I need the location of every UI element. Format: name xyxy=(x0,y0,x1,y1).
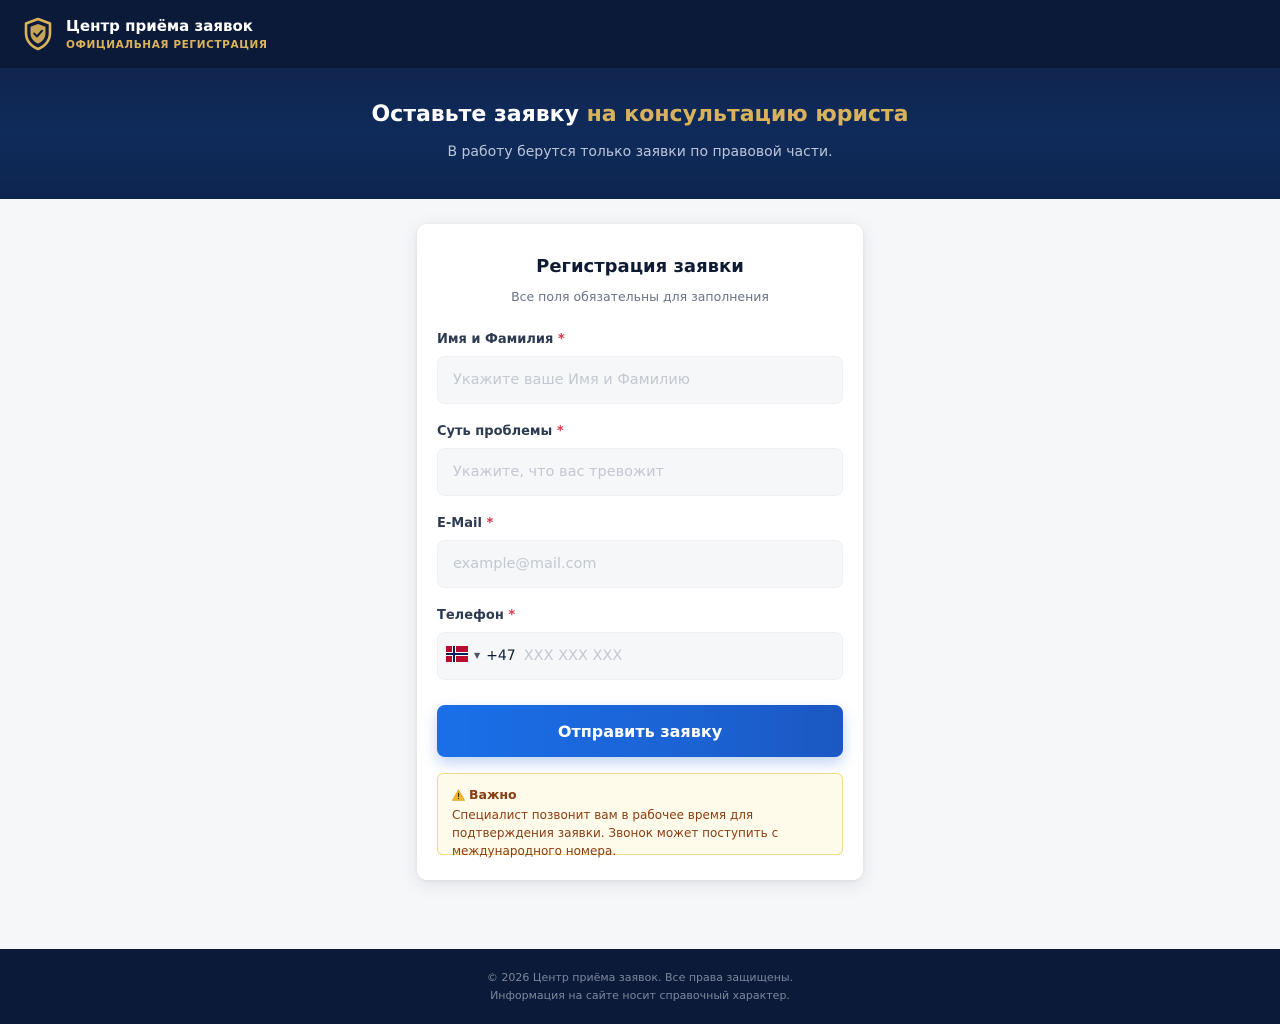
problem-label-text: Суть проблемы xyxy=(437,424,553,439)
norway-flag-icon xyxy=(446,646,468,666)
caret-down-icon: ▼ xyxy=(474,651,481,660)
footer: © 2026 Центр приёма заявок. Все права за… xyxy=(0,949,1280,1024)
notice-title: Важно xyxy=(469,787,517,802)
submit-button[interactable]: Отправить заявку xyxy=(437,705,843,757)
footer-copyright: © 2026 Центр приёма заявок. Все права за… xyxy=(486,971,794,984)
email-label-text: E-Mail xyxy=(437,516,482,531)
phone-input[interactable] xyxy=(523,633,842,679)
shield-check-icon xyxy=(22,16,54,52)
brand-title: Центр приёма заявок xyxy=(66,16,253,35)
phone-label-text: Телефон xyxy=(437,608,504,623)
hero-title-accent: на консультацию юриста xyxy=(586,102,909,127)
top-bar: Центр приёма заявок ОФИЦИАЛЬНАЯ РЕГИСТРА… xyxy=(0,0,1280,68)
email-label: E-Mail * xyxy=(437,515,493,533)
form-title: Регистрация заявки xyxy=(536,256,744,277)
hero-title: Оставьте заявку на консультацию юриста xyxy=(0,100,1280,130)
warning-icon xyxy=(452,789,465,801)
country-selector[interactable]: ▼ xyxy=(446,633,486,679)
phone-label: Телефон * xyxy=(437,607,515,625)
required-mark: * xyxy=(556,424,564,439)
required-mark: * xyxy=(486,516,494,531)
notice-header: Важно xyxy=(452,786,828,804)
dial-code: +47 xyxy=(486,648,516,664)
problem-label: Суть проблемы * xyxy=(437,423,564,441)
brand: Центр приёма заявок ОФИЦИАЛЬНАЯ РЕГИСТРА… xyxy=(66,16,268,53)
name-label: Имя и Фамилия * xyxy=(437,331,565,349)
brand-subtitle: ОФИЦИАЛЬНАЯ РЕГИСТРАЦИЯ xyxy=(66,38,268,51)
required-mark: * xyxy=(557,332,565,347)
hero-title-main: Оставьте заявку xyxy=(371,102,587,127)
hero-banner: Оставьте заявку на консультацию юриста В… xyxy=(0,68,1280,199)
hero-subtitle: В работу берутся только заявки по правов… xyxy=(447,144,833,160)
name-input[interactable] xyxy=(437,356,843,404)
important-notice: Важно Специалист позвонит вам в рабочее … xyxy=(437,773,843,858)
form-subtitle: Все поля обязательны для заполнения xyxy=(511,289,769,304)
required-mark: * xyxy=(508,608,516,623)
problem-input[interactable] xyxy=(437,448,843,496)
name-label-text: Имя и Фамилия xyxy=(437,332,554,347)
footer-disclaimer: Информация на сайте носит справочный хар… xyxy=(490,989,790,1002)
notice-text: Специалист позвонит вам в рабочее время … xyxy=(452,808,779,858)
registration-form-card: Регистрация заявки Все поля обязательны … xyxy=(417,224,863,880)
email-input[interactable] xyxy=(437,540,843,588)
phone-field: ▼ +47 xyxy=(437,632,843,680)
